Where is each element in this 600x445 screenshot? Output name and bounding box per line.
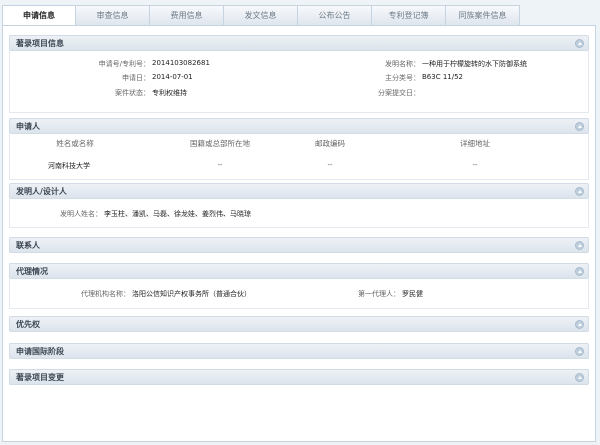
- main-class-value: B63C 11/52: [422, 73, 463, 81]
- agent-name: 罗民健: [402, 290, 423, 298]
- column-header-name: 姓名或名称: [56, 139, 94, 148]
- main-class-label: 主分类号：: [385, 74, 420, 82]
- section-header[interactable]: 发明人/设计人: [9, 183, 589, 199]
- tab-bar: 申请信息 审查信息 费用信息 发文信息 公布公告 专利登记簿 同族案件信息: [2, 5, 520, 26]
- applicant-address: --: [472, 161, 478, 169]
- status-value: 专利权维持: [152, 89, 187, 97]
- agency-name: 洛阳公信知识产权事务所（普通合伙）: [132, 290, 251, 298]
- tab-notice-info[interactable]: 发文信息: [224, 5, 298, 26]
- section-priority: 优先权: [9, 316, 589, 332]
- section-pct: 申请国际阶段: [9, 343, 589, 359]
- division-date-label: 分案提交日：: [378, 89, 420, 97]
- section-header[interactable]: 申请人: [9, 118, 589, 134]
- section-title: 著录项目信息: [16, 39, 64, 48]
- inventor-names: 李玉柱、潘凯、马磊、徐龙娃、姜烈伟、马晓琼: [104, 210, 251, 218]
- section-header[interactable]: 联系人: [9, 237, 589, 253]
- content-panel: 著录项目信息 申请号/专利号： 2014103082681 申请日： 2014-…: [2, 25, 596, 442]
- section-changes: 著录项目变更: [9, 369, 589, 385]
- section-header[interactable]: 著录项目信息: [9, 35, 589, 51]
- section-title: 申请人: [16, 122, 40, 131]
- app-no-value: 2014103082681: [152, 59, 210, 67]
- app-date-value: 2014-07-01: [152, 73, 193, 81]
- applicant-name: 河南科技大学: [48, 162, 90, 170]
- collapse-icon[interactable]: [575, 187, 584, 196]
- collapse-icon[interactable]: [575, 122, 584, 131]
- column-header-address: 详细地址: [460, 139, 490, 148]
- collapse-icon[interactable]: [575, 373, 584, 382]
- invention-name-label: 发明名称：: [385, 60, 420, 68]
- applicant-postcode: --: [327, 161, 333, 169]
- section-header[interactable]: 优先权: [9, 316, 589, 332]
- status-label: 案件状态：: [115, 89, 150, 97]
- section-title: 联系人: [16, 241, 40, 250]
- section-header[interactable]: 著录项目变更: [9, 369, 589, 385]
- section-body: 发明人姓名： 李玉柱、潘凯、马磊、徐龙娃、姜烈伟、马晓琼: [9, 199, 589, 228]
- collapse-icon[interactable]: [575, 347, 584, 356]
- tab-fee-info[interactable]: 费用信息: [150, 5, 224, 26]
- tab-publication[interactable]: 公布公告: [298, 5, 372, 26]
- tab-patent-register[interactable]: 专利登记簿: [372, 5, 446, 26]
- section-title: 代理情况: [16, 267, 48, 276]
- section-contact: 联系人: [9, 237, 589, 253]
- app-no-label: 申请号/专利号：: [98, 60, 150, 68]
- section-body: 申请号/专利号： 2014103082681 申请日： 2014-07-01 案…: [9, 51, 589, 113]
- collapse-icon[interactable]: [575, 39, 584, 48]
- collapse-icon[interactable]: [575, 267, 584, 276]
- section-bibliographic: 著录项目信息 申请号/专利号： 2014103082681 申请日： 2014-…: [9, 35, 589, 113]
- section-applicant: 申请人 姓名或名称 国籍或总部所在地 邮政编码 详细地址 河南科技大学 -- -…: [9, 118, 589, 180]
- section-body: 姓名或名称 国籍或总部所在地 邮政编码 详细地址 河南科技大学 -- -- --: [9, 134, 589, 180]
- agent-label: 第一代理人：: [358, 290, 400, 298]
- tab-examination-info[interactable]: 审查信息: [76, 5, 150, 26]
- collapse-icon[interactable]: [575, 320, 584, 329]
- window: 申请信息 审查信息 费用信息 发文信息 公布公告 专利登记簿 同族案件信息 著录…: [0, 0, 600, 445]
- section-inventor: 发明人/设计人 发明人姓名： 李玉柱、潘凯、马磊、徐龙娃、姜烈伟、马晓琼: [9, 183, 589, 228]
- column-header-country: 国籍或总部所在地: [190, 139, 250, 148]
- applicant-country: --: [217, 161, 223, 169]
- section-title: 发明人/设计人: [16, 187, 67, 196]
- agency-label: 代理机构名称：: [81, 290, 130, 298]
- app-date-label: 申请日：: [122, 74, 150, 82]
- section-agency: 代理情况 代理机构名称： 洛阳公信知识产权事务所（普通合伙） 第一代理人： 罗民…: [9, 263, 589, 309]
- section-header[interactable]: 申请国际阶段: [9, 343, 589, 359]
- section-body: 代理机构名称： 洛阳公信知识产权事务所（普通合伙） 第一代理人： 罗民健: [9, 279, 589, 309]
- tab-application-info[interactable]: 申请信息: [2, 5, 76, 26]
- section-title: 申请国际阶段: [16, 347, 64, 356]
- collapse-icon[interactable]: [575, 241, 584, 250]
- invention-name-value: 一种用于柠檬旋转的水下防御系统: [422, 60, 527, 68]
- inventor-label: 发明人姓名：: [60, 210, 102, 218]
- section-title: 著录项目变更: [16, 373, 64, 382]
- tab-family-info[interactable]: 同族案件信息: [446, 5, 520, 26]
- column-header-postcode: 邮政编码: [315, 139, 345, 148]
- section-header[interactable]: 代理情况: [9, 263, 589, 279]
- section-title: 优先权: [16, 320, 40, 329]
